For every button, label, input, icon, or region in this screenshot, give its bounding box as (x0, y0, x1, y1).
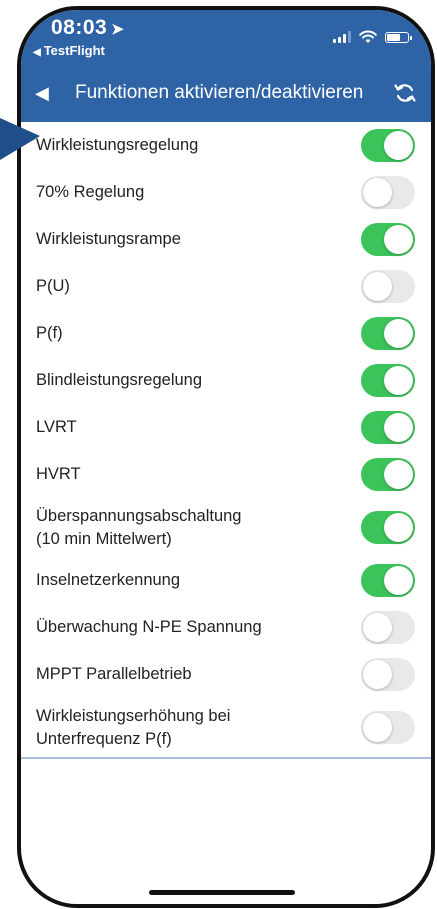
function-label: Überwachung N-PE Spannung (36, 618, 262, 636)
wifi-icon (359, 30, 377, 43)
toggle-knob (363, 613, 392, 642)
list-item: Überspannungsabschaltung (10 min Mittelw… (21, 498, 431, 557)
function-label: HVRT (36, 465, 81, 483)
toggle-knob (384, 319, 413, 348)
phone-frame: 08:03 ➤ ◀ TestFlight ◀ Funktionen aktivier… (17, 6, 435, 908)
function-label: P(U) (36, 277, 70, 295)
list-item: 70% Regelung (21, 169, 431, 216)
function-label: MPPT Parallelbetrieb (36, 665, 192, 683)
battery-icon (385, 31, 412, 43)
refresh-icon[interactable] (393, 81, 417, 105)
status-time: 08:03 (51, 16, 108, 39)
toggle-knob (384, 513, 413, 542)
back-app-label: TestFlight (43, 43, 105, 58)
status-time-group: 08:03 ➤ (51, 16, 124, 40)
list-item: Wirkleistungsrampe (21, 216, 431, 263)
toggle-knob (363, 178, 392, 207)
toggle-knob (384, 225, 413, 254)
functions-list: Wirkleistungsregelung 70% Regelung Wirkl… (21, 122, 431, 759)
function-label: LVRT (36, 418, 77, 436)
pointer-arrow-icon (0, 118, 40, 160)
list-item: LVRT (21, 404, 431, 451)
function-toggle[interactable] (361, 564, 415, 597)
function-toggle[interactable] (361, 317, 415, 350)
status-bar: 08:03 ➤ ◀ TestFlight (21, 10, 431, 64)
status-icons (333, 30, 412, 44)
nav-bar: ◀ Funktionen aktivieren/deaktivieren (21, 64, 431, 122)
list-item: Überwachung N-PE Spannung (21, 604, 431, 651)
function-toggle[interactable] (361, 611, 415, 644)
function-toggle[interactable] (361, 270, 415, 303)
function-label: Wirkleistungsregelung (36, 136, 199, 154)
back-button[interactable]: ◀ (35, 83, 49, 104)
list-item: Wirkleistungsregelung (21, 122, 431, 169)
back-small-icon: ◀ (33, 47, 41, 58)
function-label: Inselnetzerkennung (36, 571, 181, 589)
list-item: Inselnetzerkennung (21, 557, 431, 604)
function-label: Überspannungsabschaltung (10 min Mittelw… (36, 506, 242, 548)
function-toggle[interactable] (361, 658, 415, 691)
list-item: P(f) (21, 310, 431, 357)
function-toggle[interactable] (361, 176, 415, 209)
back-to-app-link[interactable]: ◀ TestFlight (33, 43, 105, 58)
list-item: HVRT (21, 451, 431, 498)
list-item: MPPT Parallelbetrieb (21, 651, 431, 698)
cellular-signal-icon (333, 31, 351, 43)
list-item: Wirkleistungserhöhung bei Unterfrequenz … (21, 698, 431, 757)
toggle-knob (384, 131, 413, 160)
back-triangle-icon: ◀ (35, 83, 49, 103)
toggle-knob (384, 566, 413, 595)
toggle-knob (363, 713, 392, 742)
list-item: P(U) (21, 263, 431, 310)
toggle-knob (384, 366, 413, 395)
function-toggle[interactable] (361, 364, 415, 397)
function-toggle[interactable] (361, 129, 415, 162)
function-label: 70% Regelung (36, 183, 145, 201)
function-label: Wirkleistungsrampe (36, 230, 181, 248)
home-indicator[interactable] (149, 890, 295, 895)
page-title: Funktionen aktivieren/deaktivieren (75, 82, 364, 103)
toggle-knob (363, 660, 392, 689)
toggle-knob (384, 413, 413, 442)
function-label: P(f) (36, 324, 63, 342)
function-label: Wirkleistungserhöhung bei Unterfrequenz … (36, 706, 231, 748)
toggle-knob (363, 272, 392, 301)
function-toggle[interactable] (361, 411, 415, 444)
function-toggle[interactable] (361, 223, 415, 256)
location-arrow-icon: ➤ (111, 21, 125, 38)
function-label: Blindleistungsregelung (36, 371, 203, 389)
function-toggle[interactable] (361, 458, 415, 491)
function-toggle[interactable] (361, 511, 415, 544)
list-item: Blindleistungsregelung (21, 357, 431, 404)
function-toggle[interactable] (361, 711, 415, 744)
toggle-knob (384, 460, 413, 489)
